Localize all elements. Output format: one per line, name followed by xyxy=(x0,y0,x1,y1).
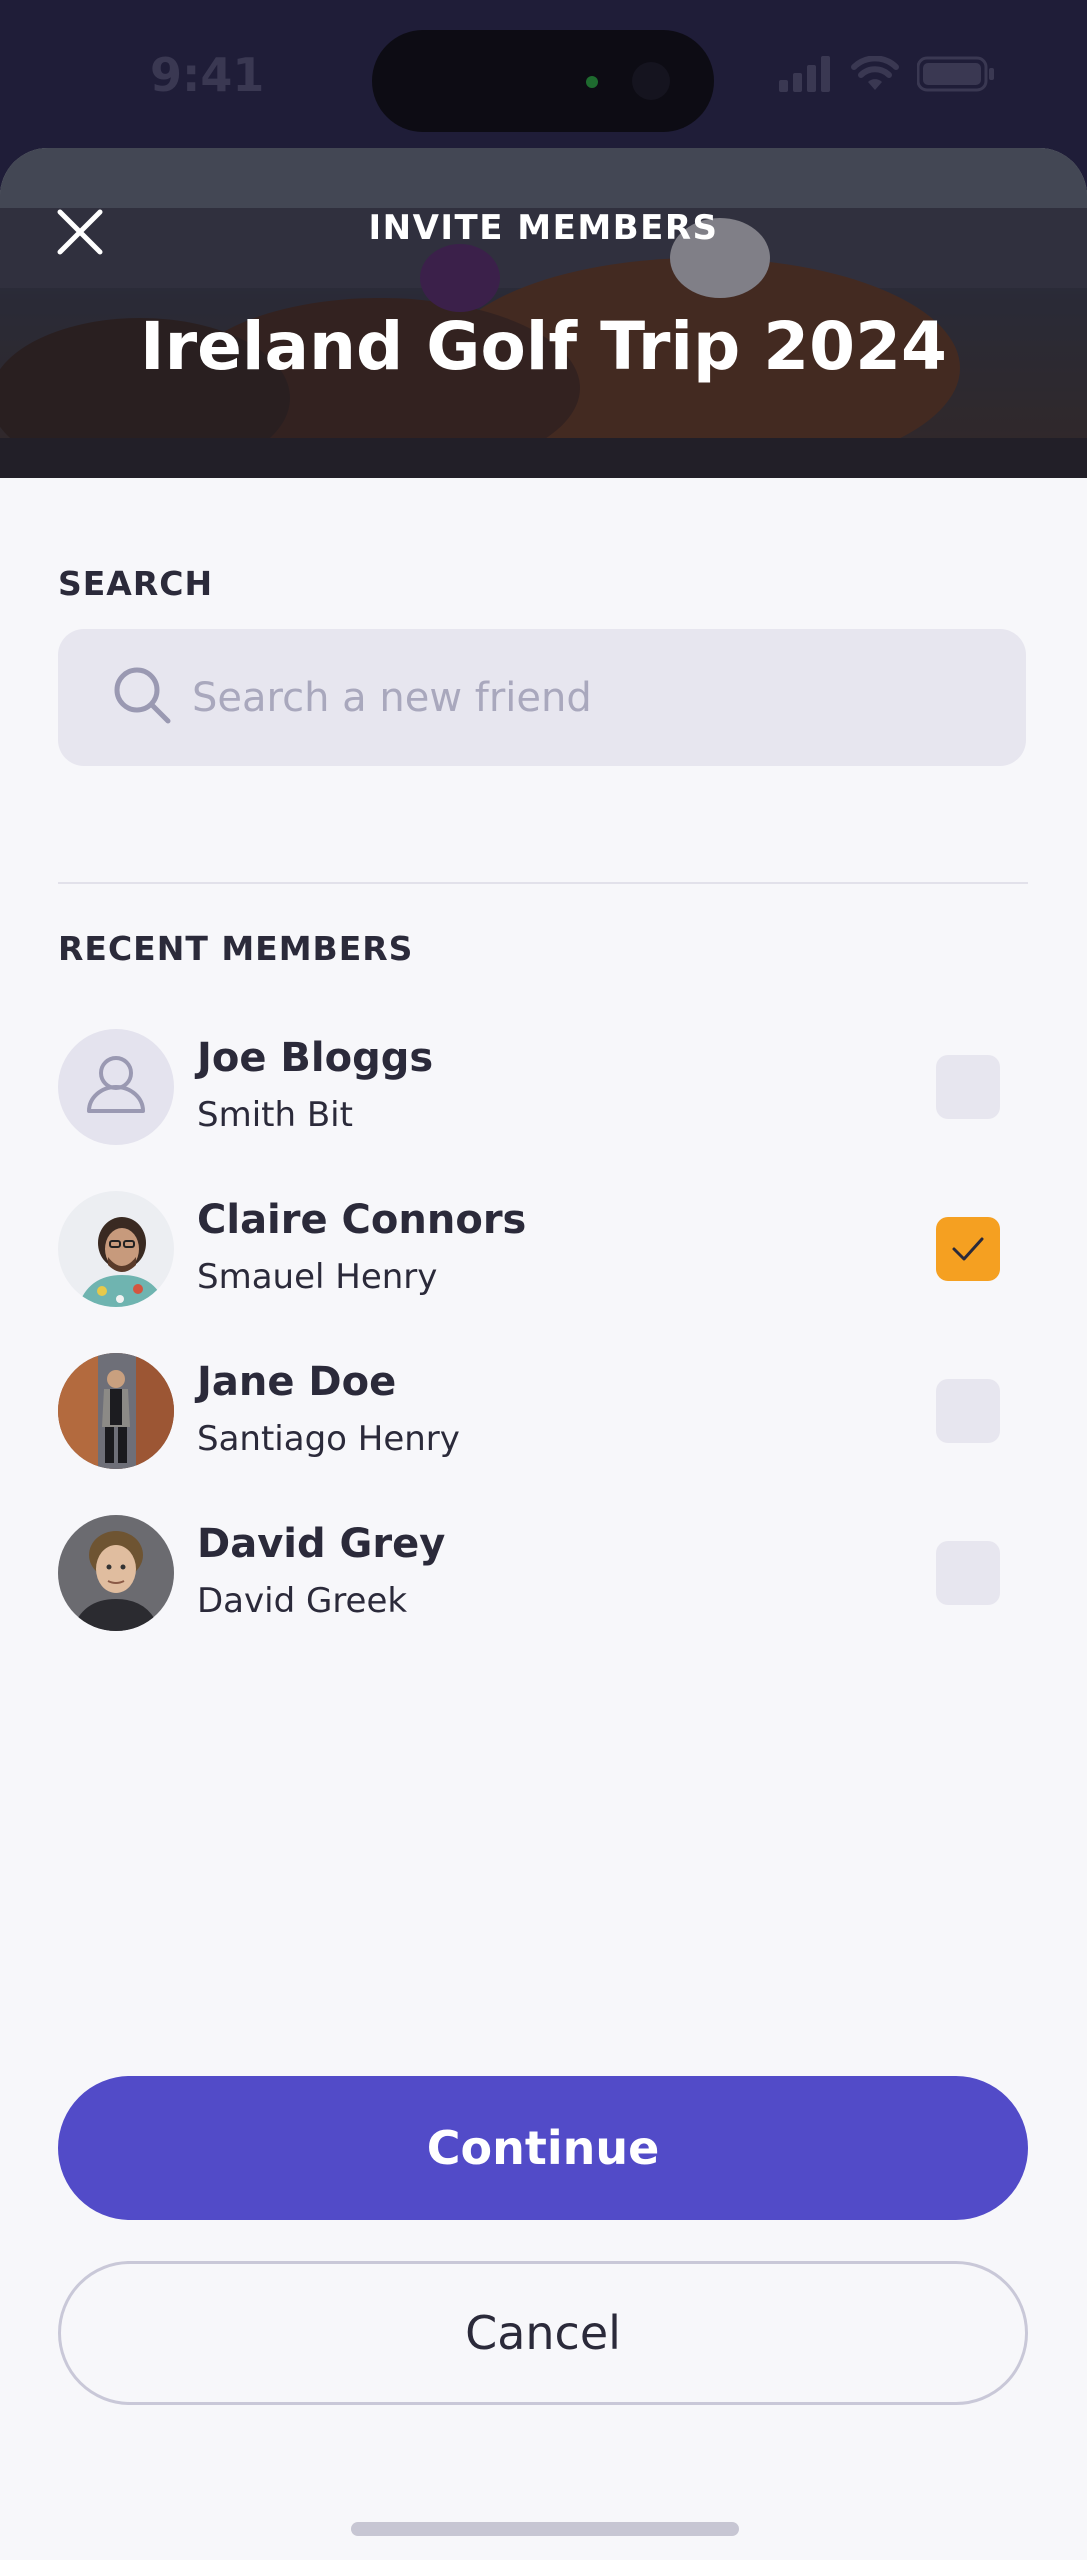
member-name: Joe Bloggs xyxy=(197,1035,434,1081)
avatar-photo xyxy=(58,1191,174,1307)
member-row[interactable]: Joe Bloggs Smith Bit xyxy=(58,1029,1028,1145)
member-row[interactable]: Claire Connors Smauel Henry xyxy=(58,1191,1028,1307)
avatar xyxy=(58,1353,174,1469)
avatar xyxy=(58,1515,174,1631)
member-subtitle: David Greek xyxy=(197,1581,408,1621)
trip-title: Ireland Golf Trip 2024 xyxy=(140,308,947,385)
cancel-button[interactable]: Cancel xyxy=(58,2261,1028,2405)
section-divider xyxy=(58,882,1028,884)
home-indicator xyxy=(351,2522,739,2536)
battery-icon xyxy=(917,56,994,92)
member-name: Claire Connors xyxy=(197,1197,527,1243)
search-input[interactable] xyxy=(190,663,994,733)
recent-members-label: RECENT MEMBERS xyxy=(58,929,414,968)
member-checkbox[interactable] xyxy=(936,1541,1000,1605)
checkmark-icon xyxy=(952,1237,984,1261)
member-subtitle: Smith Bit xyxy=(197,1095,353,1135)
avatar xyxy=(58,1191,174,1307)
header-banner: INVITE MEMBERS Ireland Golf Trip 2024 xyxy=(0,148,1087,478)
avatar xyxy=(58,1029,174,1145)
status-bar: 9:41 xyxy=(0,0,1087,150)
status-time: 9:41 xyxy=(150,48,265,102)
member-checkbox[interactable] xyxy=(936,1379,1000,1443)
member-row[interactable]: Jane Doe Santiago Henry xyxy=(58,1353,1028,1469)
member-name: Jane Doe xyxy=(197,1359,397,1405)
member-checkbox[interactable] xyxy=(936,1055,1000,1119)
search-section-label: SEARCH xyxy=(58,564,214,603)
status-icons xyxy=(779,56,995,92)
search-bar[interactable] xyxy=(58,629,1026,766)
invite-sheet: INVITE MEMBERS Ireland Golf Trip 2024 SE… xyxy=(0,148,1087,2560)
member-subtitle: Santiago Henry xyxy=(197,1419,460,1459)
avatar-photo xyxy=(58,1353,174,1469)
member-row[interactable]: David Grey David Greek xyxy=(58,1515,1028,1631)
member-name: David Grey xyxy=(197,1521,446,1567)
dynamic-island xyxy=(372,30,714,132)
header-kicker: INVITE MEMBERS xyxy=(368,208,719,248)
continue-button[interactable]: Continue xyxy=(58,2076,1028,2220)
avatar-photo xyxy=(58,1515,174,1631)
wifi-icon xyxy=(851,56,899,90)
member-checkbox[interactable] xyxy=(936,1217,1000,1281)
cellular-signal-icon xyxy=(779,56,830,92)
search-icon xyxy=(114,667,171,724)
placeholder-person-icon xyxy=(87,1056,145,1113)
member-subtitle: Smauel Henry xyxy=(197,1257,438,1297)
